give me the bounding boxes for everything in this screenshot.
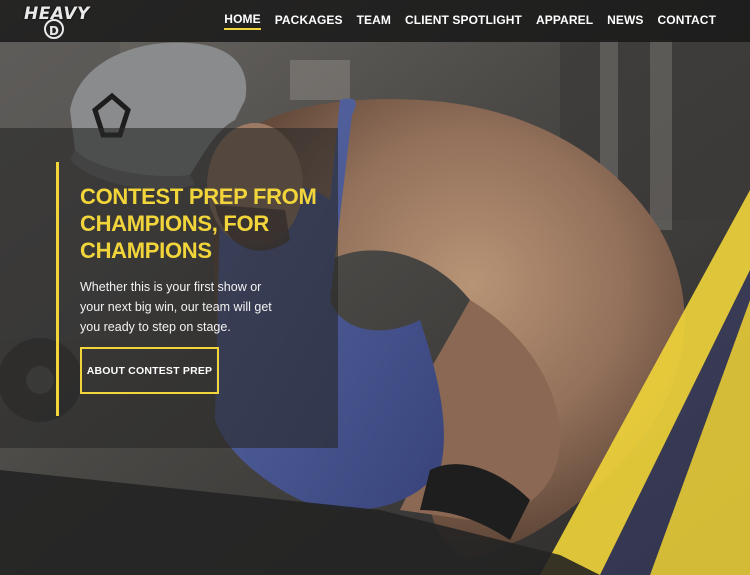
hero-headline: CONTEST PREP FROM CHAMPIONS, FOR CHAMPIO… [80, 184, 317, 263]
about-contest-prep-button[interactable]: ABOUT CONTEST PREP [80, 347, 219, 394]
nav-item-packages[interactable]: PACKAGES [275, 13, 343, 29]
brand-logo-badge: D [44, 19, 64, 39]
hero-subtext: Whether this is your first show or your … [80, 280, 272, 334]
hero-accent-bar [56, 162, 59, 416]
nav-item-apparel[interactable]: APPAREL [536, 13, 593, 29]
nav-item-contact[interactable]: CONTACT [658, 13, 716, 29]
nav-item-team[interactable]: TEAM [357, 13, 391, 29]
nav-item-home[interactable]: HOME [224, 12, 261, 30]
nav-item-client-spotlight[interactable]: CLIENT SPOTLIGHT [405, 13, 522, 29]
brand-logo[interactable]: HEAVY D [24, 2, 89, 40]
site-header: HEAVY D HOME PACKAGES TEAM CLIENT SPOTLI… [0, 0, 750, 42]
nav-item-news[interactable]: NEWS [607, 13, 643, 29]
main-nav: HOME PACKAGES TEAM CLIENT SPOTLIGHT APPA… [224, 0, 716, 42]
